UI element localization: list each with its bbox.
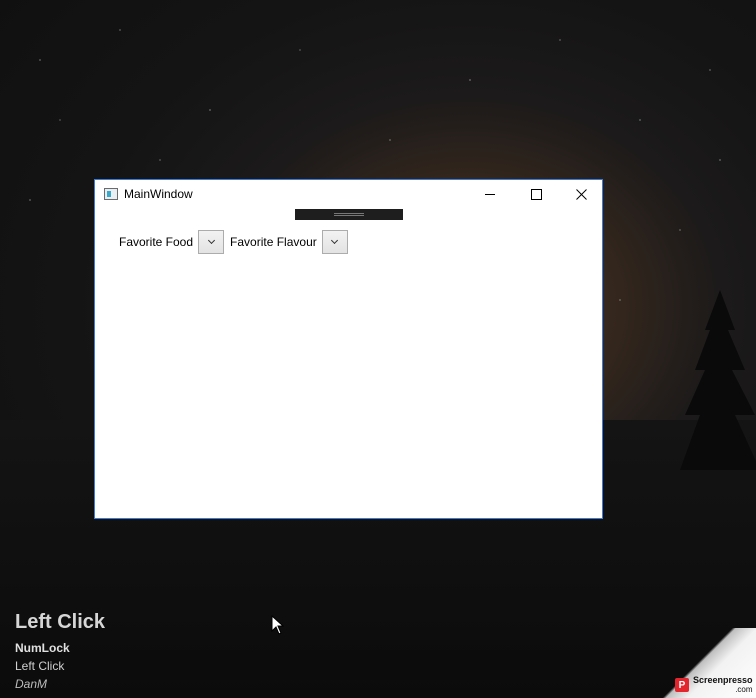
favorite-flavour-label: Favorite Flavour — [230, 235, 317, 249]
mouse-pointer-icon — [271, 615, 285, 635]
close-icon — [575, 189, 587, 200]
chevron-down-icon — [207, 236, 215, 245]
overlay-action: Left Click — [15, 611, 106, 633]
watermark-domain: .com — [735, 685, 753, 694]
form-row: Favorite Food Favorite Flavour — [119, 230, 354, 254]
maximize-button[interactable] — [513, 180, 559, 209]
minimize-icon — [485, 194, 495, 195]
chevron-down-icon — [331, 236, 339, 245]
screenpresso-logo-icon: P — [675, 678, 689, 692]
keystroke-overlay: Left Click NumLock Left Click DanM — [15, 611, 105, 691]
debug-toolbar[interactable] — [295, 209, 403, 220]
overlay-detail: Left Click — [15, 659, 65, 673]
overlay-key: NumLock — [15, 641, 70, 655]
maximize-icon — [530, 189, 542, 200]
close-button[interactable] — [558, 180, 604, 209]
overlay-user: DanM — [15, 677, 48, 691]
title-bar[interactable]: MainWindow — [95, 180, 602, 209]
main-window: MainWindow Favorite Food Favorite Flavou… — [94, 179, 603, 519]
watermark-badge: P Screenpresso .com — [675, 676, 753, 694]
favorite-flavour-combobox[interactable] — [321, 230, 348, 254]
favorite-food-combobox[interactable] — [198, 230, 225, 254]
toolbar-grip-icon[interactable] — [334, 213, 364, 216]
minimize-button[interactable] — [467, 180, 513, 209]
window-title: MainWindow — [124, 187, 193, 201]
watermark-brand: Screenpresso — [693, 675, 753, 685]
favorite-food-label: Favorite Food — [119, 235, 194, 249]
tree-silhouette — [680, 290, 756, 470]
app-icon — [104, 188, 118, 200]
